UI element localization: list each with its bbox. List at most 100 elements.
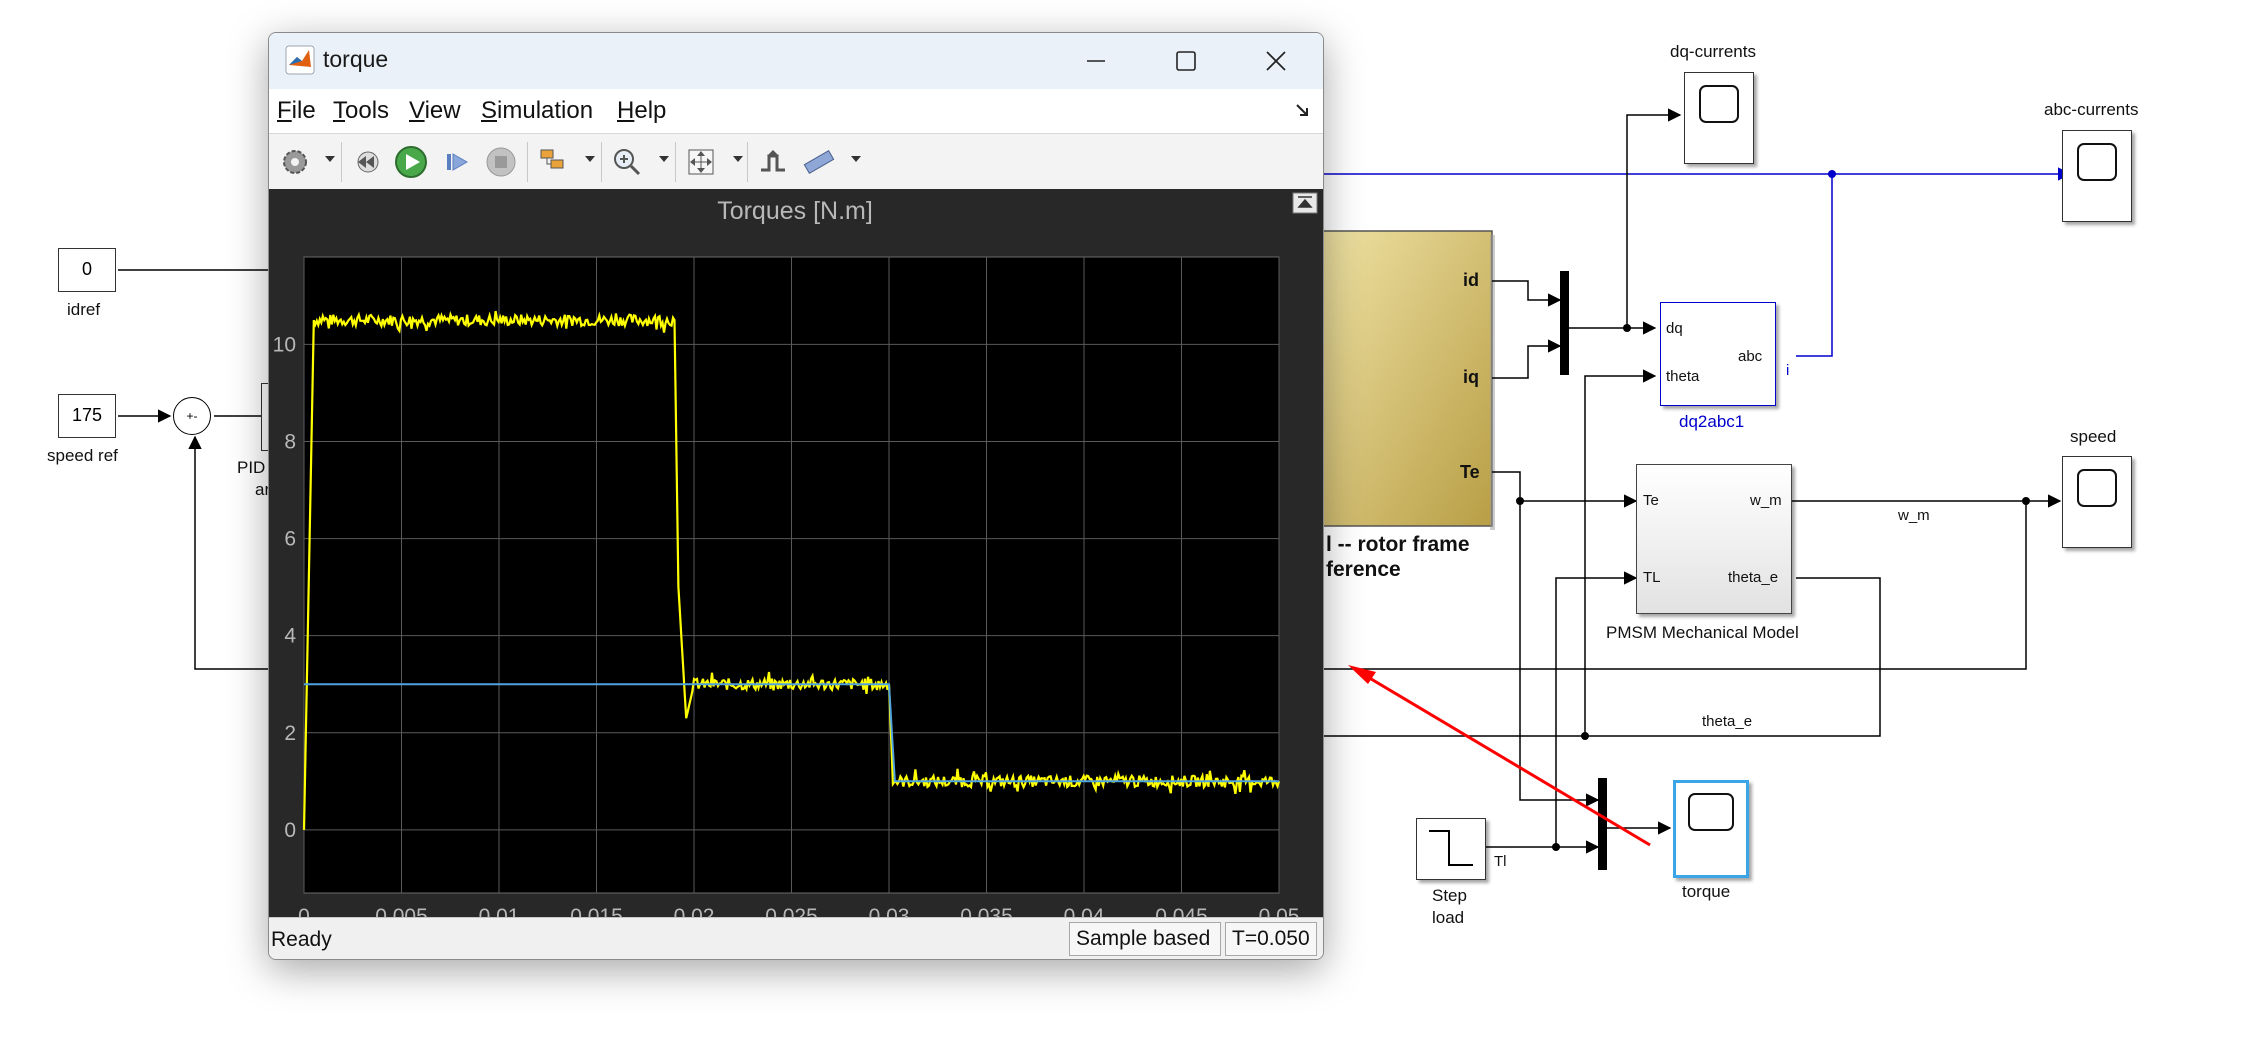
id-line[interactable] — [1492, 280, 1562, 307]
status-sample-mode: Sample based — [1069, 922, 1221, 956]
iq-line[interactable] — [1492, 339, 1562, 379]
step-icon — [1429, 830, 1473, 866]
x-tick-label: 0.01 — [479, 905, 520, 917]
menu-view[interactable]: View — [409, 97, 461, 125]
torque-scope[interactable] — [1673, 780, 1749, 878]
fit-view-dropdown[interactable] — [733, 156, 743, 162]
abc-currents-scope[interactable] — [2062, 130, 2132, 222]
highlight-icon — [540, 149, 564, 169]
pmsm-port-te: Te — [1460, 462, 1480, 482]
mux-torque[interactable] — [1598, 778, 1607, 870]
highlight-dropdown[interactable] — [585, 156, 595, 162]
y-tick-label: 0 — [284, 819, 296, 842]
matlab-icon — [285, 45, 315, 75]
minimize-icon — [1087, 60, 1105, 62]
y-tick-label: 10 — [273, 333, 296, 356]
menu-tools[interactable]: Tools — [333, 97, 389, 125]
settings-dropdown[interactable] — [325, 156, 335, 162]
mech-port-wm: w_m — [1750, 492, 1782, 509]
restore-button[interactable] — [1292, 192, 1318, 214]
zoom-dropdown[interactable] — [659, 156, 669, 162]
step-label-2: load — [1432, 908, 1465, 927]
y-tick-label: 4 — [284, 625, 296, 648]
menu-bar: File Tools View Simulation Help — [269, 89, 1323, 133]
branch-point — [1828, 170, 1836, 178]
dq-currents-label: dq-currents — [1670, 42, 1756, 61]
sum-block[interactable]: +- — [173, 397, 211, 435]
signal-tl-label: Tl — [1494, 853, 1507, 870]
te-to-mux-line[interactable] — [1492, 471, 1600, 807]
triggers-icon — [761, 150, 785, 172]
fit-view-button[interactable] — [683, 144, 719, 180]
maximize-icon — [1176, 51, 1196, 71]
dq2abc-output-line[interactable] — [1796, 174, 1833, 357]
plot-area[interactable]: 0 0.005 0.01 0.015 0.02 0.025 0.03 0.035 0.04 0.0… — [269, 189, 1323, 928]
step-label-1: Step — [1432, 886, 1467, 905]
menu-help[interactable]: Help — [617, 97, 666, 125]
settings-button[interactable] — [277, 144, 313, 180]
close-button[interactable] — [1231, 33, 1321, 89]
zoom-button[interactable] — [609, 144, 645, 180]
minimize-button[interactable] — [1051, 33, 1141, 89]
maximize-button[interactable] — [1141, 33, 1231, 89]
idref-constant-block[interactable]: 0 — [58, 248, 116, 292]
status-ready: Ready — [271, 928, 332, 951]
step-load-block[interactable] — [1416, 818, 1486, 880]
status-time: T=0.050 — [1225, 922, 1317, 956]
run-button[interactable] — [393, 144, 429, 180]
highlight-button[interactable] — [535, 144, 571, 180]
stop-button[interactable] — [483, 144, 519, 180]
tl-to-mech-line[interactable] — [1486, 571, 1638, 848]
x-tick-label: 0.02 — [674, 905, 715, 917]
zoom-icon — [614, 149, 641, 176]
dq2abc-port-theta: theta — [1666, 368, 1700, 385]
menu-simulation[interactable]: Simulation — [481, 97, 593, 125]
dq2abc-port-abc: abc — [1738, 348, 1763, 365]
red-annotation-arrow — [1355, 668, 1651, 847]
scope-window[interactable]: torque File Tools View Simulation Help 0… — [268, 32, 1324, 960]
dq-currents-scope[interactable] — [1684, 72, 1754, 164]
speed-scope-label: speed — [2070, 427, 2117, 446]
measurements-dropdown[interactable] — [851, 156, 861, 162]
signal-wm-label: w_m — [1898, 507, 1930, 524]
to-dq-scope-line[interactable] — [1626, 108, 1682, 328]
step-forward-button[interactable] — [439, 144, 475, 180]
pmsm-port-id: id — [1463, 270, 1479, 290]
mech-port-te: Te — [1643, 492, 1659, 509]
chart-title: Torques [N.m] — [717, 197, 873, 225]
mux-idiq[interactable] — [1560, 271, 1569, 375]
step-back-button[interactable] — [349, 144, 385, 180]
speed-scope[interactable] — [2062, 456, 2132, 548]
x-tick-label: 0.03 — [869, 905, 910, 917]
stop-icon — [486, 147, 516, 177]
measurements-button[interactable] — [801, 144, 837, 180]
dq2abc-port-dq: dq — [1666, 320, 1683, 337]
dq2abc-label: dq2abc1 — [1679, 412, 1745, 431]
sum-signs: +- — [186, 409, 198, 423]
run-icon — [395, 146, 427, 178]
x-tick-label: 0.025 — [765, 905, 818, 917]
idref-value: 0 — [81, 259, 92, 279]
theta-e-line[interactable] — [1322, 577, 1881, 737]
status-bar: Ready Sample based T=0.050 — [269, 917, 1323, 959]
y-tick-label: 2 — [284, 722, 296, 745]
speedref-constant-block[interactable]: 175 — [58, 394, 116, 438]
step-forward-icon — [447, 153, 469, 171]
pmsm-label-2: ference — [1326, 558, 1401, 581]
toolbar — [269, 133, 1323, 191]
x-tick-label: 0.05 — [1259, 905, 1300, 917]
window-title: torque — [323, 46, 389, 72]
mech-port-theta: theta_e — [1728, 569, 1779, 586]
menu-file[interactable]: File — [277, 97, 316, 125]
title-bar[interactable]: torque — [269, 33, 1323, 89]
pmsm-mechanical-block[interactable] — [1636, 464, 1792, 614]
x-tick-label: 0.015 — [570, 905, 623, 917]
mech-label: PMSM Mechanical Model — [1606, 623, 1799, 642]
close-icon — [1266, 51, 1286, 71]
torque-chart[interactable]: 0 0.005 0.01 0.015 0.02 0.025 0.03 0.035 0.04 0.0… — [269, 189, 1323, 928]
signal-theta-label: theta_e — [1702, 713, 1753, 730]
fit-view-icon — [688, 149, 714, 175]
idref-label: idref — [67, 300, 101, 319]
dock-arrow-icon[interactable] — [1295, 103, 1313, 119]
triggers-button[interactable] — [755, 144, 791, 180]
